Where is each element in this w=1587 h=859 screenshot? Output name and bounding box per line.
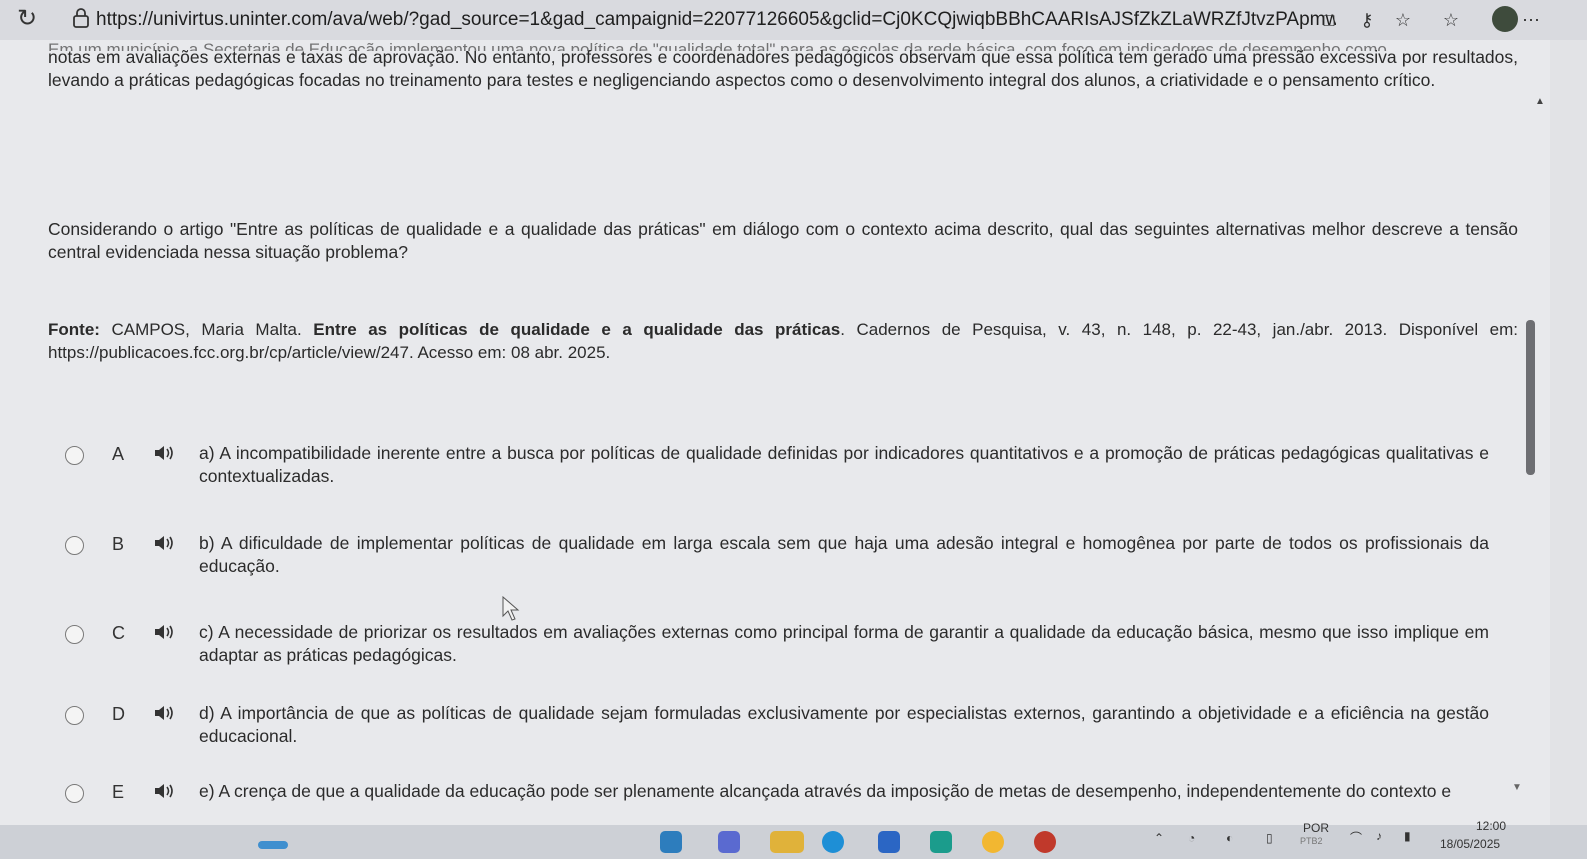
option-text: c) A necessidade de priorizar os resulta… bbox=[199, 622, 1489, 665]
taskbar-app-icon[interactable] bbox=[258, 841, 288, 849]
option-text: a) A incompatibilidade inerente entre a … bbox=[199, 443, 1489, 486]
radio-c[interactable] bbox=[65, 625, 84, 644]
option-letter: A bbox=[112, 444, 125, 464]
option-e[interactable]: E e) A crença de que a qualidade da educ… bbox=[0, 778, 1540, 824]
radio-e[interactable] bbox=[65, 784, 84, 803]
radio-d[interactable] bbox=[65, 706, 84, 725]
speaker-icon[interactable] bbox=[152, 621, 176, 643]
language-indicator[interactable]: POR bbox=[1303, 821, 1329, 835]
more-menu-icon[interactable]: ⋯ bbox=[1520, 9, 1542, 31]
option-letter: C bbox=[112, 623, 125, 643]
radio-a[interactable] bbox=[65, 446, 84, 465]
option-letter: E bbox=[112, 782, 125, 802]
address-bar[interactable]: https://univirtus.uninter.com/ava/web/?g… bbox=[96, 4, 1336, 36]
profile-avatar[interactable] bbox=[1492, 6, 1518, 32]
windows-taskbar: ⌃ ◔ ◐ ▯ POR PTB2 ⌒ ♪ ▮ 12:00 18/05/2025 bbox=[0, 819, 1587, 859]
question-text: Considerando o artigo "Entre as política… bbox=[48, 219, 1518, 262]
outlook-icon[interactable] bbox=[878, 831, 900, 853]
clock-date[interactable]: 18/05/2025 bbox=[1440, 837, 1500, 851]
keyboard-layout[interactable]: PTB2 bbox=[1300, 836, 1323, 846]
opera-icon[interactable] bbox=[1034, 831, 1056, 853]
option-a[interactable]: A a) A incompatibilidade inerente entre … bbox=[0, 440, 1540, 500]
option-text: d) A importância de que as políticas de … bbox=[199, 703, 1489, 746]
source-citation: Fonte: CAMPOS, Maria Malta. Entre as pol… bbox=[48, 318, 1518, 364]
folder-icon[interactable] bbox=[770, 831, 804, 853]
favorites-list-icon[interactable]: ☆ bbox=[1440, 9, 1462, 31]
speaker-icon[interactable] bbox=[152, 780, 176, 802]
radio-b[interactable] bbox=[65, 536, 84, 555]
speaker-icon[interactable] bbox=[152, 442, 176, 464]
option-letter: B bbox=[112, 534, 125, 554]
tray-app-icon[interactable]: ◐ bbox=[1226, 831, 1233, 845]
option-text: b) A dificuldade de implementar política… bbox=[199, 533, 1489, 576]
clock-time[interactable]: 12:00 bbox=[1476, 819, 1506, 833]
scroll-down-arrow-icon[interactable]: ▼ bbox=[1512, 782, 1522, 793]
speaker-icon[interactable] bbox=[152, 702, 176, 724]
source-author: CAMPOS, Maria Malta. bbox=[111, 320, 302, 339]
source-label: Fonte: bbox=[48, 320, 100, 339]
taskbar-app-icon[interactable] bbox=[660, 831, 682, 853]
taskbar-app-icon[interactable] bbox=[930, 831, 952, 853]
browser-toolbar: ↻ https://univirtus.uninter.com/ava/web/… bbox=[0, 0, 1587, 41]
site-info-icon[interactable] bbox=[72, 8, 90, 28]
mouse-cursor-icon bbox=[502, 596, 520, 621]
option-b[interactable]: B b) A dificuldade de implementar políti… bbox=[0, 530, 1540, 590]
reload-icon[interactable]: ↻ bbox=[14, 6, 40, 32]
battery-icon[interactable]: ▮ bbox=[1404, 829, 1411, 843]
microphone-icon[interactable]: ▯ bbox=[1266, 831, 1273, 845]
option-c[interactable]: C c) A necessidade de priorizar os resul… bbox=[0, 619, 1540, 679]
chrome-icon[interactable] bbox=[982, 831, 1004, 853]
option-letter: D bbox=[112, 704, 125, 724]
taskbar-app-icon[interactable] bbox=[718, 831, 740, 853]
option-text: e) A crença de que a qualidade da educaç… bbox=[199, 781, 1452, 801]
reader-view-icon[interactable]: □ bbox=[1318, 9, 1340, 31]
scrollbar-thumb[interactable] bbox=[1526, 320, 1535, 475]
tray-chevron-icon[interactable]: ⌃ bbox=[1154, 831, 1164, 845]
volume-icon[interactable]: ♪ bbox=[1376, 829, 1382, 843]
tray-app-icon[interactable]: ◔ bbox=[1188, 831, 1195, 845]
key-icon[interactable]: ⚷ bbox=[1356, 9, 1378, 31]
speaker-icon[interactable] bbox=[152, 532, 176, 554]
edge-browser-icon[interactable] bbox=[822, 831, 844, 853]
favorite-star-icon[interactable]: ☆ bbox=[1392, 9, 1414, 31]
scroll-up-arrow-icon[interactable]: ▲ bbox=[1535, 96, 1545, 107]
scrollbar-track[interactable] bbox=[1550, 40, 1587, 825]
source-title: Entre as políticas de qualidade e a qual… bbox=[313, 320, 841, 339]
context-paragraph: notas em avaliações externas e taxas de … bbox=[48, 47, 1518, 90]
wifi-icon[interactable]: ⌒ bbox=[1350, 829, 1362, 846]
option-d[interactable]: D d) A importância de que as políticas d… bbox=[0, 700, 1540, 760]
